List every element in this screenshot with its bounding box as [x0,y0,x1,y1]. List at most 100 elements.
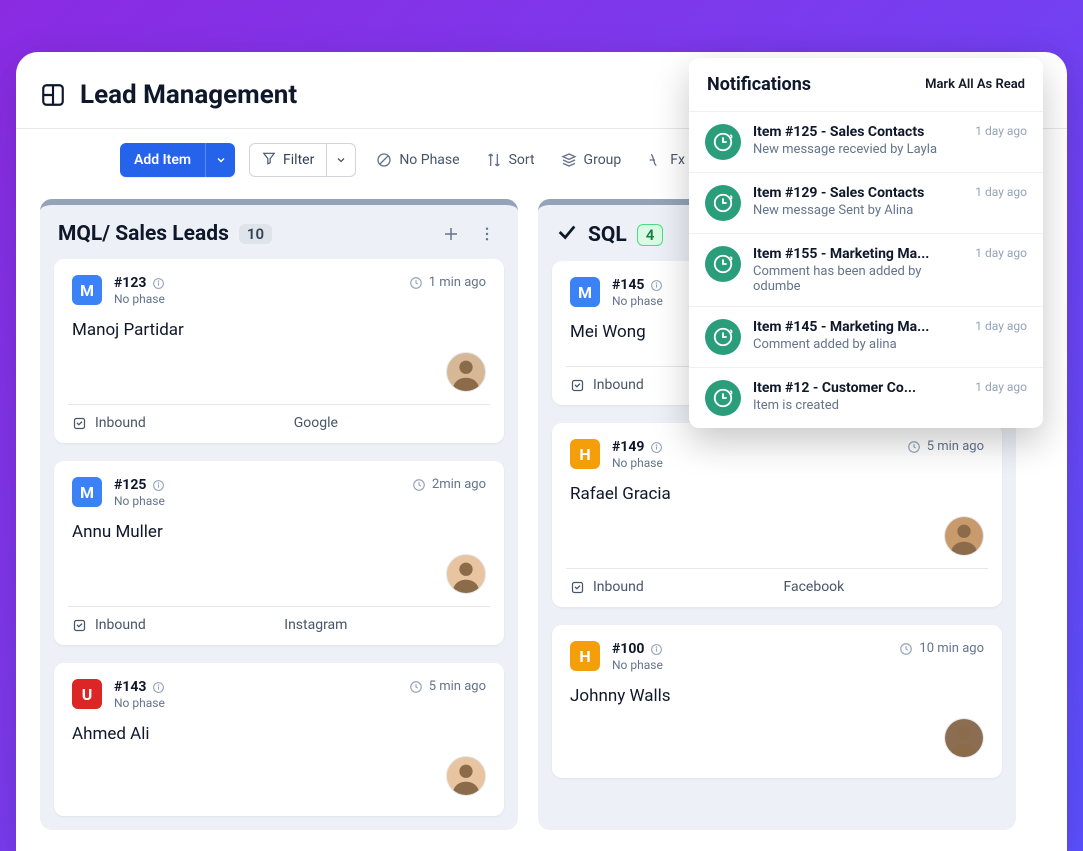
filter-dropdown[interactable] [326,144,355,176]
page-title: Lead Management [80,80,297,110]
fx-label: Fx [670,152,685,168]
column-title: MQL/ Sales Leads [58,222,229,246]
filter-button[interactable]: Filter [249,143,356,177]
notifications-header: Notifications Mark All As Read [689,58,1043,111]
source: Facebook [644,579,984,595]
notification-title: Item #12 - Customer Co... [753,380,957,396]
notification-item[interactable]: Item #155 - Marketing Ma... Comment has b… [689,233,1043,306]
lead-name: Annu Muller [72,522,486,542]
lead-name: Rafael Gracia [570,484,984,504]
notification-time: 1 day ago [975,185,1027,199]
card-id: #125 [114,477,165,493]
card-footer: InboundInstagram [72,617,486,633]
card-phase: No phase [612,456,663,470]
source: Instagram [146,617,486,633]
notification-clock-icon [705,185,741,221]
no-phase-button[interactable]: No Phase [370,148,465,172]
notification-subtitle: New message Sent by Alina [753,203,957,218]
card-phase: No phase [612,658,663,672]
avatar [446,554,486,594]
card-time: 2min ago [412,477,486,492]
card-phase: No phase [114,292,165,306]
notification-subtitle: Comment added by alina [753,337,957,352]
notification-title: Item #145 - Marketing Ma... [753,319,957,335]
card-time: 5 min ago [409,679,486,694]
notification-clock-icon [705,380,741,416]
mark-all-read[interactable]: Mark All As Read [925,77,1025,92]
card-phase: No phase [114,494,165,508]
notification-subtitle: Item is created [753,398,957,413]
add-item-button[interactable]: Add Item [120,143,235,177]
card-id: #145 [612,277,663,293]
priority-badge: M [72,275,102,305]
notifications-list: Item #125 - Sales Contacts New message re… [689,111,1043,428]
notification-time: 1 day ago [975,124,1027,138]
channel: Inbound [570,579,644,595]
add-card-button[interactable] [438,221,464,247]
notification-title: Item #155 - Marketing Ma... [753,246,957,262]
group-button[interactable]: Group [555,148,628,172]
lead-card[interactable]: M #125No phase 2min ago Annu Muller InboundI… [54,461,504,645]
card-time: 1 min ago [409,275,486,290]
notification-time: 1 day ago [975,246,1027,260]
add-item-dropdown[interactable] [205,143,235,177]
filter-label: Filter [283,152,314,168]
lead-name: Ahmed Ali [72,724,486,744]
avatar [944,516,984,556]
column-count: 10 [239,224,272,244]
add-item-label: Add Item [120,152,205,168]
source: Google [146,415,486,431]
lead-name: Manoj Partidar [72,320,486,340]
board-icon [40,82,66,108]
column: MQL/ Sales Leads10M#123No phase1 min ago… [40,199,518,830]
notification-clock-icon [705,124,741,160]
priority-badge: M [570,277,600,307]
notification-title: Item #125 - Sales Contacts [753,124,957,140]
column-header: MQL/ Sales Leads 10 [40,205,518,259]
notifications-panel: Notifications Mark All As Read Item #125… [689,58,1043,428]
sort-button[interactable]: Sort [480,148,541,172]
card-phase: No phase [114,696,165,710]
notification-clock-icon [705,246,741,282]
notification-item[interactable]: Item #125 - Sales Contacts New message re… [689,111,1043,172]
card-time: 5 min ago [907,439,984,454]
priority-badge: H [570,641,600,671]
card-id: #100 [612,641,663,657]
card-footer: InboundFacebook [570,579,984,595]
card-id: #123 [114,275,165,291]
priority-badge: M [72,477,102,507]
priority-badge: U [72,679,102,709]
notification-time: 1 day ago [975,380,1027,394]
card-phase: No phase [612,294,663,308]
notification-subtitle: New message recevied by Layla [753,142,957,157]
notifications-title: Notifications [707,74,811,95]
notification-item[interactable]: Item #145 - Marketing Ma... Comment added… [689,306,1043,367]
column-more-icon[interactable] [474,221,500,247]
card-footer: InboundGoogle [72,415,486,431]
group-label: Group [584,152,622,168]
lead-name: Johnny Walls [570,686,984,706]
lead-card[interactable]: H #149No phase 5 min ago Rafael Gracia Inbou… [552,423,1002,607]
card-list: M#123No phase1 min agoManoj PartidarInbo… [40,259,518,826]
notification-item[interactable]: Item #12 - Customer Co... Item is created… [689,367,1043,428]
notification-item[interactable]: Item #129 - Sales Contacts New message Se… [689,172,1043,233]
check-icon [556,221,578,249]
card-id: #149 [612,439,663,455]
notification-subtitle: Comment has been added by odumbe [753,264,957,294]
notification-title: Item #129 - Sales Contacts [753,185,957,201]
lead-card[interactable]: H #100No phase 10 min ago Johnny Walls [552,625,1002,778]
column-title: SQL [588,223,627,247]
lead-card[interactable]: U #143No phase 5 min ago Ahmed Ali [54,663,504,816]
avatar [446,756,486,796]
no-phase-label: No Phase [399,152,459,168]
card-time: 10 min ago [899,641,984,656]
priority-badge: H [570,439,600,469]
channel: Inbound [72,415,146,431]
card-id: #143 [114,679,165,695]
fx-button[interactable]: Fx [641,148,691,172]
filter-icon [262,151,276,169]
notification-clock-icon [705,319,741,355]
avatar [446,352,486,392]
lead-card[interactable]: M #123No phase 1 min ago Manoj Partidar Inbo… [54,259,504,443]
channel: Inbound [570,377,644,393]
